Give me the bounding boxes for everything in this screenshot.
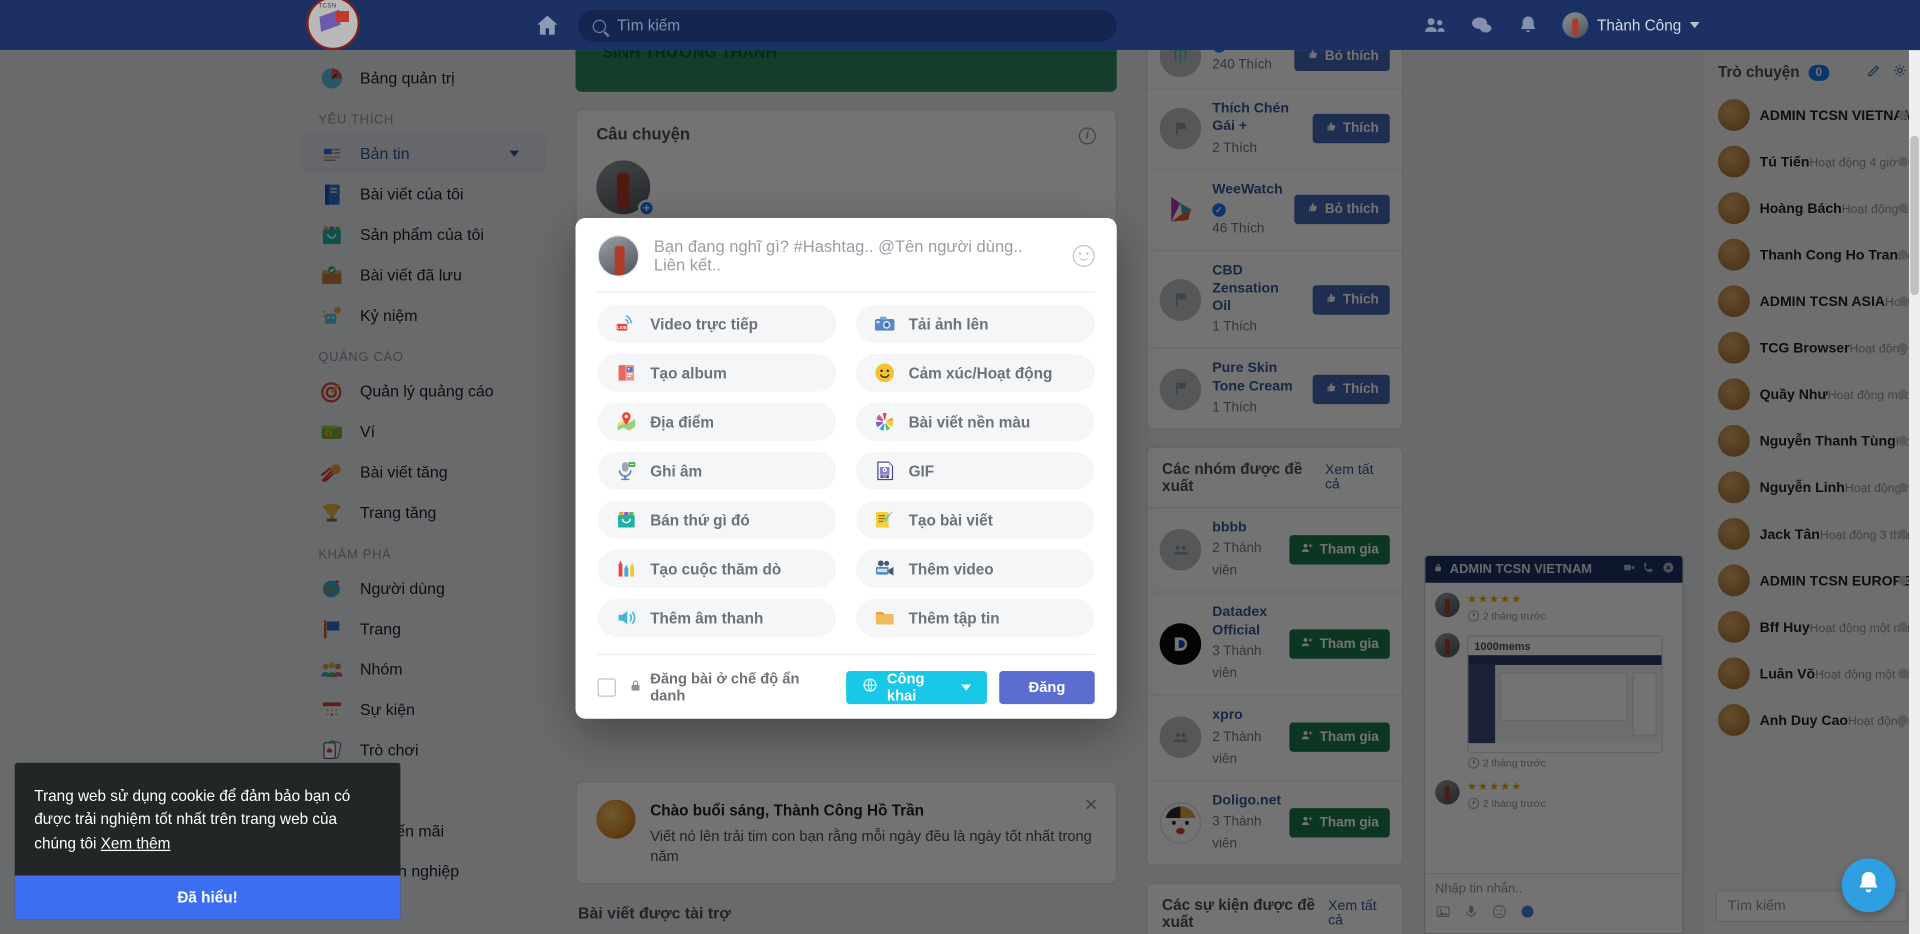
site-logo[interactable]: TCSN [306,0,361,51]
search-icon [592,18,607,33]
navbar-right-actions: Thành Công [1423,0,1700,50]
camera-icon [873,312,896,335]
post-options-grid: LIVE Video trực tiếp Tải ảnh lên Tạo alb… [597,304,1095,637]
option-create-poll[interactable]: Tạo cuộc thăm dò [597,549,837,588]
chevron-down-icon [1689,22,1700,29]
cookie-text: Trang web sử dụng cookie để đảm bảo bạn … [15,763,401,876]
option-label: Bài viết nền màu [908,413,1031,431]
option-label: Thêm âm thanh [650,609,764,627]
search-box[interactable] [577,9,1117,42]
cookie-message: Trang web sử dụng cookie để đảm bảo bạn … [34,787,351,852]
user-name: Thành Công [1596,16,1682,34]
top-navbar: TCSN Thành Công [0,0,1920,51]
color-palette-icon [873,410,896,433]
option-label: Bán thứ gì đó [650,511,750,529]
logo-flag-shape [335,11,349,23]
globe-icon [862,677,878,697]
cookie-accept-label: Đã hiểu! [177,888,238,907]
create-post-modal: Bạn đang nghĩ gì? #Hashtag.. @Tên người … [575,217,1117,719]
privacy-selector[interactable]: Công khai [846,669,987,705]
composer-row: Bạn đang nghĩ gì? #Hashtag.. @Tên người … [597,235,1095,277]
divider [597,291,1095,293]
page-scrollbar[interactable] [1908,50,1920,934]
composer-placeholder: Bạn đang nghĩ gì? #Hashtag.. @Tên người … [653,237,1023,275]
messages-icon[interactable] [1470,13,1494,37]
microphone-icon [615,459,638,482]
svg-text:LIVE: LIVE [617,325,627,330]
lock-icon [628,678,643,696]
option-voice-record[interactable]: Ghi âm [597,451,837,490]
audio-icon [615,606,638,629]
write-post-icon [873,508,896,531]
cookie-accept-button[interactable]: Đã hiểu! [14,875,401,920]
option-feeling-activity[interactable]: Cảm xúc/Hoạt động [855,353,1095,392]
search-input[interactable] [617,17,1103,35]
svg-text:GIF: GIF [882,475,887,479]
smiley-icon [873,361,896,384]
user-menu[interactable]: Thành Công [1562,12,1700,38]
option-sell-something[interactable]: Bán thứ gì đó [597,500,837,539]
avatar [597,235,640,277]
option-label: Thêm video [908,560,994,578]
navbar-left-spacer [0,0,301,50]
home-icon[interactable] [534,12,561,39]
option-label: GIF [908,462,935,480]
option-live-video[interactable]: LIVE Video trực tiếp [597,304,837,343]
option-add-file[interactable]: Thêm tập tin [855,598,1095,637]
friends-icon[interactable] [1423,13,1447,37]
option-label: Địa điểm [650,413,715,431]
privacy-label: Công khai [886,669,925,705]
anonymous-label: Đăng bài ở chế độ ẩn danh [650,669,800,705]
live-video-icon: LIVE [615,312,638,335]
option-label: Thêm tập tin [908,609,1000,627]
scrollbar-thumb[interactable] [1910,135,1919,296]
option-create-post[interactable]: Tạo bài viết [855,500,1095,539]
option-create-album[interactable]: Tạo album [597,353,837,392]
option-upload-photo[interactable]: Tải ảnh lên [855,304,1095,343]
option-add-audio[interactable]: Thêm âm thanh [597,598,837,637]
option-gif[interactable]: GIF GIF [855,451,1095,490]
modal-actions: Công khai Đăng [846,669,1095,705]
option-label: Video trực tiếp [650,315,758,333]
shopping-bag-icon [615,508,638,531]
post-button[interactable]: Đăng [999,670,1095,704]
notification-bell-icon [1854,868,1883,904]
gif-icon: GIF [873,459,896,482]
cookie-learn-more-link[interactable]: Xem thêm [101,835,171,852]
option-label: Tạo cuộc thăm dò [650,560,782,578]
option-label: Cảm xúc/Hoạt động [908,364,1053,382]
cookie-consent-banner: Trang web sử dụng cookie để đảm bảo bạn … [14,762,401,920]
option-label: Tạo bài viết [908,511,993,529]
notification-fab[interactable] [1841,858,1896,913]
option-colored-background-post[interactable]: Bài viết nền màu [855,402,1095,441]
option-label: Tạo album [650,364,727,382]
bell-icon[interactable] [1516,13,1540,37]
anonymous-label-group[interactable]: Đăng bài ở chế độ ẩn danh [628,670,834,704]
album-icon [615,361,638,384]
option-location[interactable]: Địa điểm [597,402,837,441]
emoji-icon[interactable] [1072,244,1095,267]
location-pin-icon [615,410,638,433]
chevron-down-icon [961,683,972,691]
composer-input[interactable]: Bạn đang nghĩ gì? #Hashtag.. @Tên người … [654,238,1058,275]
option-label: Tải ảnh lên [908,315,989,333]
folder-icon [873,606,896,629]
option-add-video[interactable]: Thêm video [855,549,1095,588]
post-label: Đăng [1028,678,1066,696]
modal-footer: Đăng bài ở chế độ ẩn danh Công khai Đăng [597,653,1095,705]
logo-label: TCSN [318,2,337,10]
poll-icon [615,557,638,580]
option-label: Ghi âm [650,462,703,480]
avatar [1562,12,1589,38]
anonymous-checkbox[interactable] [597,677,616,697]
movie-camera-icon [873,557,896,580]
